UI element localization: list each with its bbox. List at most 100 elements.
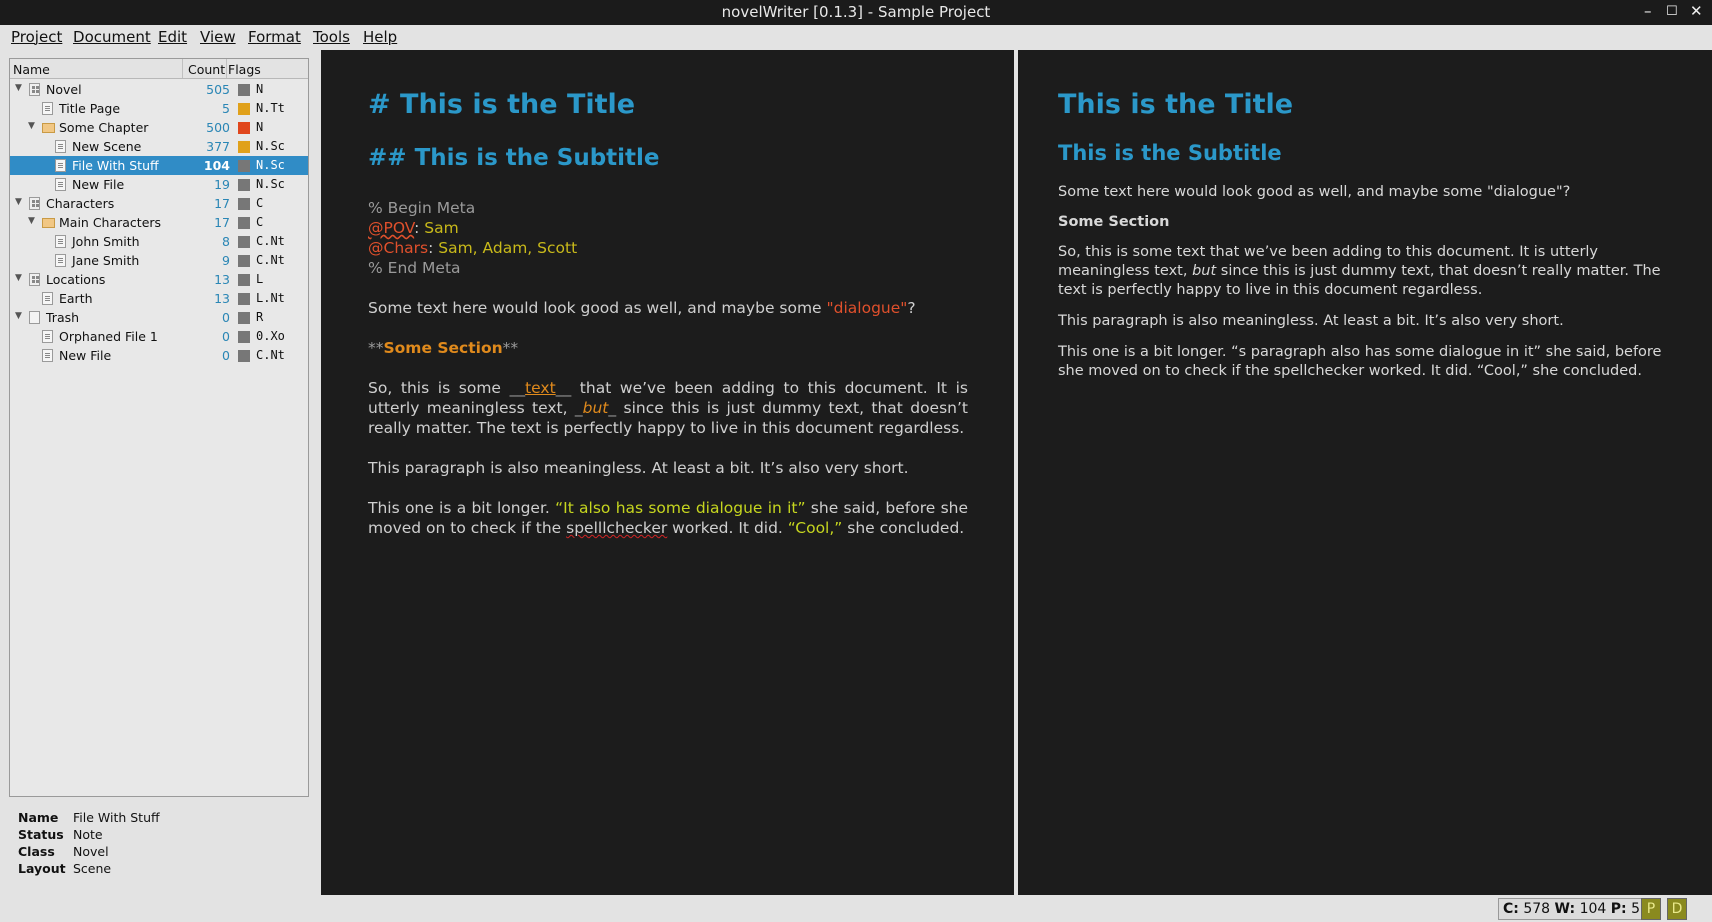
- tree-row[interactable]: Orphaned File 1 0 0.Xo: [10, 327, 308, 346]
- viewer-subtitle: This is the Subtitle: [1058, 141, 1282, 165]
- status-color-icon: [238, 312, 250, 324]
- folder-icon: [42, 123, 55, 133]
- menu-edit[interactable]: Edit: [158, 28, 187, 46]
- viewer-paragraph-1: Some text here would look good as well, …: [1058, 184, 1571, 200]
- tree-item-label: File With Stuff: [72, 158, 159, 173]
- tree-item-label: Some Chapter: [59, 120, 149, 135]
- tree-item-label: Locations: [46, 272, 106, 287]
- viewer-paragraph-2: So, this is some text that we’ve been ad…: [1058, 244, 1661, 298]
- close-icon[interactable]: ✕: [1690, 2, 1703, 20]
- root-icon: [29, 273, 40, 286]
- tree-item-label: John Smith: [72, 234, 140, 249]
- title-bar: novelWriter [0.1.3] - Sample Project – ☐…: [0, 0, 1712, 25]
- menu-view[interactable]: View: [200, 28, 236, 46]
- item-flags: C.Nt: [256, 253, 285, 267]
- tree-row[interactable]: File With Stuff 104 N.Sc: [10, 156, 308, 175]
- folder-icon: [42, 218, 55, 228]
- tree-item-label: Novel: [46, 82, 82, 97]
- word-count: 5: [222, 101, 230, 116]
- item-flags: N.Sc: [256, 139, 285, 153]
- status-color-icon: [238, 293, 250, 305]
- meta-begin: % Begin Meta: [368, 199, 476, 217]
- document-icon: [55, 254, 66, 267]
- window-title: novelWriter [0.1.3] - Sample Project: [721, 3, 991, 21]
- word-count: 17: [214, 196, 230, 211]
- tree-row[interactable]: Earth 13 L.Nt: [10, 289, 308, 308]
- expand-arrow-icon[interactable]: ▼: [28, 121, 35, 131]
- detail-class-key: Class: [18, 844, 55, 859]
- detail-class: Novel: [73, 844, 109, 859]
- tree-row[interactable]: John Smith 8 C.Nt: [10, 232, 308, 251]
- detail-name: File With Stuff: [73, 810, 160, 825]
- editor-paragraph-1: Some text here would look good as well, …: [368, 299, 916, 317]
- status-color-icon: [238, 141, 250, 153]
- tree-row[interactable]: New File 0 C.Nt: [10, 346, 308, 365]
- document-icon: [42, 102, 53, 115]
- minimize-icon[interactable]: –: [1644, 2, 1652, 20]
- expand-arrow-icon[interactable]: ▼: [15, 83, 22, 93]
- tree-row[interactable]: ▼ Some Chapter 500 N: [10, 118, 308, 137]
- detail-status-key: Status: [18, 827, 64, 842]
- column-name[interactable]: Name: [13, 62, 50, 77]
- expand-arrow-icon[interactable]: ▼: [28, 216, 35, 226]
- menu-help[interactable]: Help: [363, 28, 397, 46]
- tree-row[interactable]: Jane Smith 9 C.Nt: [10, 251, 308, 270]
- tree-row[interactable]: New File 19 N.Sc: [10, 175, 308, 194]
- item-flags: C: [256, 215, 264, 229]
- root-icon: [29, 197, 40, 210]
- item-flags: C.Nt: [256, 234, 285, 248]
- tree-item-label: Earth: [59, 291, 93, 306]
- tree-item-label: Jane Smith: [72, 253, 140, 268]
- expand-arrow-icon[interactable]: ▼: [15, 311, 22, 321]
- detail-status: Note: [73, 827, 103, 842]
- document-editor[interactable]: # This is the Title ## This is the Subti…: [321, 50, 1014, 895]
- item-flags: C.Nt: [256, 348, 285, 362]
- document-icon: [42, 292, 53, 305]
- document-viewer[interactable]: This is the Title This is the Subtitle S…: [1018, 50, 1712, 895]
- column-flags[interactable]: Flags: [228, 62, 261, 77]
- meta-pov: @POV: Sam: [368, 219, 459, 237]
- tree-row[interactable]: ▼ Characters 17 C: [10, 194, 308, 213]
- project-tree[interactable]: Name Count Flags ▼ Novel 505 N Title Page 5 N.…: [9, 58, 309, 797]
- word-count: 0: [222, 348, 230, 363]
- word-count: 505: [206, 82, 230, 97]
- word-count: 500: [206, 120, 230, 135]
- menu-document[interactable]: Document: [73, 28, 151, 46]
- word-count: 13: [214, 291, 230, 306]
- viewer-paragraph-4: This one is a bit longer. “s paragraph a…: [1058, 344, 1662, 379]
- document-icon: [42, 330, 53, 343]
- maximize-icon[interactable]: ☐: [1666, 4, 1678, 19]
- menu-tools[interactable]: Tools: [313, 28, 350, 46]
- word-count: 17: [214, 215, 230, 230]
- tree-row[interactable]: ▼ Novel 505 N: [10, 80, 308, 99]
- column-count[interactable]: Count: [188, 62, 225, 77]
- word-count: 377: [206, 139, 230, 154]
- status-color-icon: [238, 236, 250, 248]
- menu-project[interactable]: Project: [11, 28, 62, 46]
- tree-row[interactable]: New Scene 377 N.Sc: [10, 137, 308, 156]
- menu-format[interactable]: Format: [248, 28, 301, 46]
- tree-row[interactable]: Title Page 5 N.Tt: [10, 99, 308, 118]
- status-color-icon: [238, 84, 250, 96]
- tree-item-label: New File: [72, 177, 125, 192]
- menu-bar: Project Document Edit View Format Tools …: [0, 25, 1712, 50]
- item-flags: N.Sc: [256, 177, 285, 191]
- tree-header: Name Count Flags: [10, 59, 308, 79]
- tree-row[interactable]: ▼ Locations 13 L: [10, 270, 308, 289]
- detail-layout-key: Layout: [18, 861, 66, 876]
- status-color-icon: [238, 179, 250, 191]
- item-flags: C: [256, 196, 264, 210]
- tree-item-label: New Scene: [72, 139, 142, 154]
- tree-item-label: Orphaned File 1: [59, 329, 158, 344]
- project-status-badge: P: [1641, 898, 1661, 920]
- editor-paragraph-3: This paragraph is also meaningless. At l…: [368, 459, 909, 477]
- status-color-icon: [238, 274, 250, 286]
- expand-arrow-icon[interactable]: ▼: [15, 273, 22, 283]
- item-flags: N: [256, 82, 264, 96]
- trash-icon: [29, 311, 40, 324]
- expand-arrow-icon[interactable]: ▼: [15, 197, 22, 207]
- word-count: 8: [222, 234, 230, 249]
- tree-row[interactable]: ▼ Trash 0 R: [10, 308, 308, 327]
- tree-row[interactable]: ▼ Main Characters 17 C: [10, 213, 308, 232]
- tree-item-label: Title Page: [59, 101, 121, 116]
